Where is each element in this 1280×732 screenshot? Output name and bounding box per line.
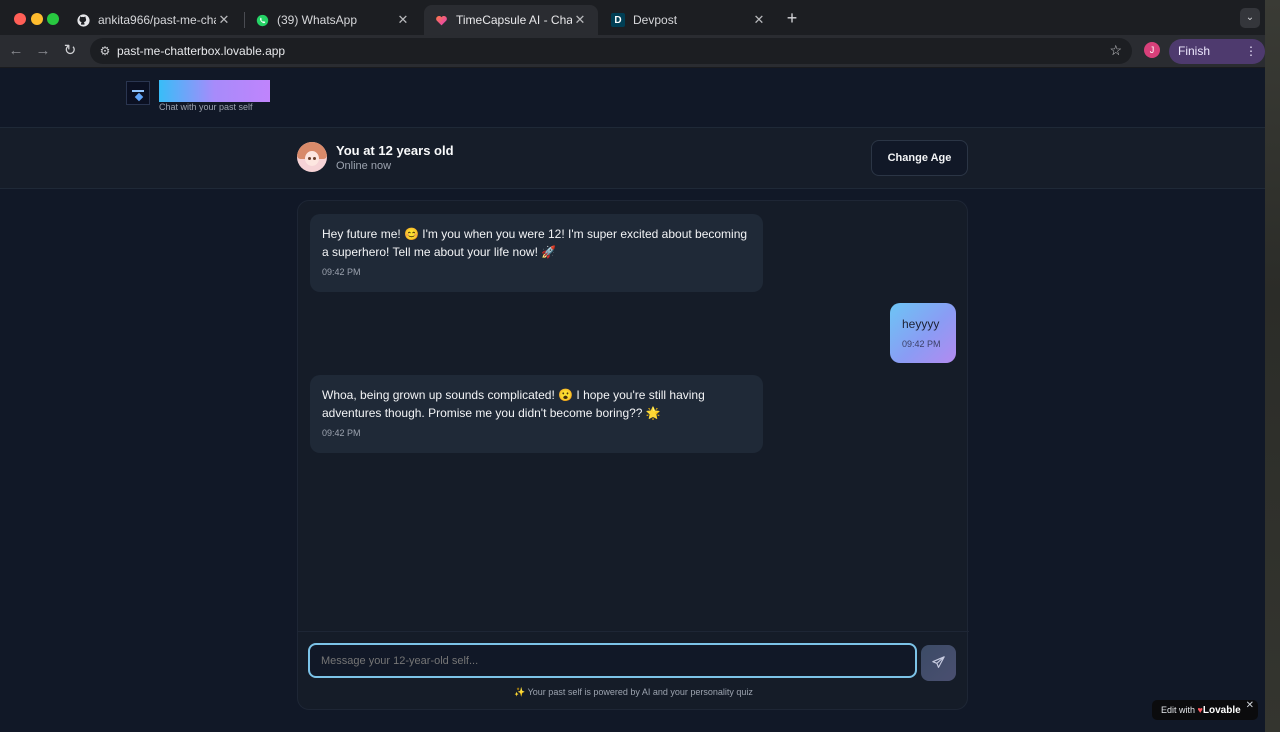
change-age-button[interactable]: Change Age [871,140,968,176]
message-time: 09:42 PM [322,267,361,277]
close-badge-icon[interactable]: ✕ [1246,696,1254,716]
new-tab-button[interactable]: + [782,8,802,28]
github-icon [76,13,90,27]
persona-status: Online now [336,160,392,172]
past-self-avatar [297,142,327,172]
forward-button[interactable]: → [32,40,54,62]
send-button[interactable] [921,645,956,681]
close-tab-icon[interactable]: ✕ [395,12,411,28]
whatsapp-icon [255,13,269,27]
main-content: Hey future me! 😊 I'm you when you were 1… [0,189,1265,732]
finish-update-button[interactable]: Finish update ⋮ [1169,39,1265,83]
browser-window: ankita966/past-me-chatterbox ✕ (39) What… [0,0,1265,732]
back-button[interactable]: ← [5,40,27,62]
logo-mark [132,90,144,92]
message-text: heyyyy [902,317,940,331]
tab-title: Devpost [633,13,678,27]
message-time: 09:42 PM [322,428,361,438]
message-bubble-past-self: Hey future me! 😊 I'm you when you were 1… [310,214,763,292]
message-input[interactable] [308,643,917,678]
more-vert-icon: ⋮ [1245,44,1257,58]
brand-gradient-banner [159,80,270,102]
app-logo[interactable] [126,81,150,105]
maximize-window-button[interactable] [47,13,59,25]
site-settings-icon[interactable]: ⚙ [97,43,113,59]
message-composer: ✨ Your past self is powered by AI and yo… [298,631,969,711]
devpost-icon: D [611,13,625,27]
url-text: past-me-chatterbox.lovable.app [117,44,286,58]
powered-by-note: ✨ Your past self is powered by AI and yo… [514,687,753,697]
edit-with-lovable-badge[interactable]: Edit with ♥Lovable ✕ [1152,700,1258,720]
tab-title: ankita966/past-me-chatterbox [98,13,216,27]
reload-button[interactable]: ↻ [59,40,81,62]
lovable-icon [434,13,448,27]
close-window-button[interactable] [14,13,26,25]
profile-avatar[interactable]: J [1144,42,1160,58]
tab-search-button[interactable]: ⌄ [1240,8,1260,28]
app-header: Chat with your past self [0,69,1265,128]
badge-brand: Lovable [1202,705,1241,716]
message-bubble-past-self: Whoa, being grown up sounds complicated!… [310,375,763,453]
message-list: Hey future me! 😊 I'm you when you were 1… [298,201,969,631]
send-icon [932,656,945,668]
message-bubble-user: heyyyy 09:42 PM [890,303,956,363]
tab-whatsapp[interactable]: (39) WhatsApp ✕ [245,5,421,35]
app-tagline: Chat with your past self [159,102,253,112]
close-tab-icon[interactable]: ✕ [572,12,588,28]
avatar-eye [308,157,311,160]
minimize-window-button[interactable] [31,13,43,25]
badge-prefix: Edit with [1161,705,1196,715]
close-tab-icon[interactable]: ✕ [216,12,232,28]
logo-mark [134,92,144,102]
bookmark-star-icon[interactable]: ☆ [1109,42,1122,59]
tab-bar: ankita966/past-me-chatterbox ✕ (39) What… [0,0,1265,35]
desktop-background [1265,0,1280,732]
tab-title: TimeCapsule AI - Chat with Your [456,13,572,27]
tab-timecapsule[interactable]: TimeCapsule AI - Chat with Your ✕ [424,5,598,35]
message-time: 09:42 PM [902,339,941,349]
message-text: Hey future me! 😊 I'm you when you were 1… [322,227,748,259]
chat-card: Hey future me! 😊 I'm you when you were 1… [297,200,969,711]
chat-header: You at 12 years old Online now Change Ag… [0,128,1265,189]
address-bar[interactable]: ⚙ past-me-chatterbox.lovable.app ☆ [90,38,1132,64]
persona-name: You at 12 years old [336,143,454,158]
browser-toolbar: ← → ↻ ⚙ past-me-chatterbox.lovable.app ☆… [0,35,1265,83]
avatar-eye [313,157,316,160]
tab-title: (39) WhatsApp [277,13,358,27]
tab-devpost[interactable]: D Devpost ✕ [601,5,777,35]
message-text: Whoa, being grown up sounds complicated!… [322,388,705,420]
tab-github[interactable]: ankita966/past-me-chatterbox ✕ [66,5,242,35]
close-tab-icon[interactable]: ✕ [751,12,767,28]
